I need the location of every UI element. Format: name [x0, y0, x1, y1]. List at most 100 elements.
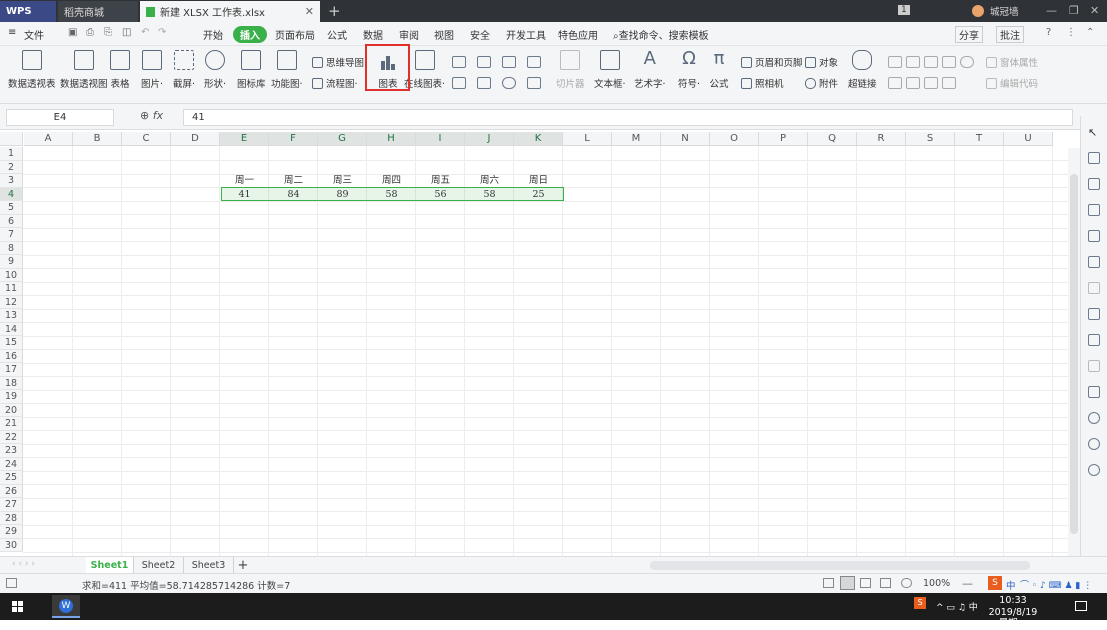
page-layout-icon[interactable] — [880, 578, 891, 588]
column-header[interactable]: K — [514, 132, 563, 146]
row-header[interactable]: 26 — [0, 484, 23, 498]
zoom-level[interactable]: 100% — [923, 578, 950, 589]
history-icon[interactable] — [1088, 438, 1100, 450]
icon-library-button[interactable]: 图标库 — [237, 50, 266, 90]
column-header[interactable]: R — [857, 132, 906, 146]
function-chart-button[interactable]: 功能图· — [271, 50, 303, 90]
menu-formulas[interactable]: 公式 — [327, 27, 347, 42]
column-header[interactable]: U — [1004, 132, 1053, 146]
column-header[interactable]: Q — [808, 132, 857, 146]
tray-sogou-icon[interactable]: S — [914, 597, 926, 609]
row-header[interactable]: 1 — [0, 147, 23, 161]
form-label-icon[interactable] — [888, 56, 902, 68]
ime-mode[interactable]: 中 — [1006, 578, 1016, 592]
sheet-tab-2[interactable]: Sheet2 — [134, 557, 184, 574]
hyperlink-button[interactable]: 超链接 — [848, 50, 877, 90]
row-header[interactable]: 22 — [0, 430, 23, 444]
cell-weekday[interactable]: 周二 — [269, 174, 318, 188]
column-header[interactable]: O — [710, 132, 759, 146]
ime-tools-icons[interactable]: ⌒ ◦ ♪ ⌨ ♟ ▮ ⋮ — [1020, 578, 1092, 591]
form-button-icon[interactable] — [924, 56, 938, 68]
header-footer-button[interactable]: 页眉和页脚 — [741, 55, 803, 69]
fullscreen-icon[interactable] — [823, 578, 834, 588]
row-header[interactable]: 2 — [0, 160, 23, 174]
cell-value[interactable]: 41 — [220, 188, 269, 202]
grid-apps-icon[interactable] — [1088, 230, 1100, 242]
comment-button[interactable]: 批注 — [996, 26, 1024, 43]
mind-map-button[interactable]: 思维导图· — [312, 55, 367, 69]
export-icon[interactable]: ⎙ — [86, 27, 94, 38]
vertical-scroll-thumb[interactable] — [1070, 174, 1078, 534]
row-header[interactable]: 11 — [0, 282, 23, 296]
column-chart-icon[interactable] — [452, 56, 466, 68]
menu-review[interactable]: 审阅 — [399, 27, 419, 42]
radar-chart-icon[interactable] — [527, 56, 541, 68]
menu-developer[interactable]: 开发工具 — [506, 27, 546, 42]
hamburger-icon[interactable]: ≡ — [8, 27, 16, 38]
row-header[interactable]: 13 — [0, 309, 23, 323]
cell-weekday[interactable]: 周一 — [220, 174, 269, 188]
cell-weekday[interactable]: 周日 — [514, 174, 563, 188]
symbol-button[interactable]: Ω 符号· — [678, 50, 700, 91]
screenshot-button[interactable]: 截屏· — [173, 50, 195, 90]
column-header[interactable]: I — [416, 132, 465, 146]
column-header[interactable]: M — [612, 132, 661, 146]
notification-icon[interactable] — [1075, 601, 1087, 611]
column-header[interactable]: E — [220, 132, 269, 146]
row-header[interactable]: 18 — [0, 376, 23, 390]
column-header[interactable]: C — [122, 132, 171, 146]
edit-code-button[interactable]: 编辑代码 — [986, 76, 1038, 90]
row-header[interactable]: 25 — [0, 471, 23, 485]
cell-weekday[interactable]: 周四 — [367, 174, 416, 188]
form-combobox-icon[interactable] — [906, 77, 920, 89]
taskbar-wps-app[interactable]: W — [52, 595, 80, 618]
table-button[interactable]: 表格 — [110, 50, 130, 90]
horizontal-scrollbar[interactable] — [650, 561, 1030, 570]
avatar[interactable] — [972, 5, 984, 17]
window-count-badge[interactable]: 1 — [898, 5, 910, 15]
camera-button[interactable]: 照相机 — [741, 76, 784, 90]
sheet-nav-arrows[interactable]: ‹ ‹ › › — [12, 559, 35, 569]
form-radio-icon[interactable] — [960, 56, 974, 68]
form-scrollbar-icon[interactable] — [942, 77, 956, 89]
row-header[interactable]: 9 — [0, 255, 23, 269]
object-button[interactable]: 对象 — [805, 55, 838, 69]
menu-view[interactable]: 视图 — [434, 27, 454, 42]
row-header[interactable]: 28 — [0, 511, 23, 525]
column-header[interactable]: L — [563, 132, 612, 146]
select-all-corner[interactable] — [0, 132, 23, 146]
row-header[interactable]: 10 — [0, 268, 23, 282]
column-header[interactable]: T — [955, 132, 1004, 146]
share-panel-icon[interactable] — [1088, 334, 1100, 346]
clock[interactable]: 10:33 2019/8/19 星期一 — [985, 595, 1041, 630]
fx-icon[interactable]: fx — [153, 109, 163, 122]
eye-protect-icon[interactable] — [901, 578, 912, 588]
form-checkbox-icon[interactable] — [942, 56, 956, 68]
row-header[interactable]: 12 — [0, 295, 23, 309]
sogou-ime-icon[interactable]: S — [988, 576, 1002, 590]
row-header[interactable]: 6 — [0, 214, 23, 228]
wordart-button[interactable]: A 艺术字· — [634, 50, 666, 91]
shape-icon[interactable] — [1088, 152, 1100, 164]
add-sheet-button[interactable]: + — [236, 557, 250, 574]
cell-value[interactable]: 58 — [465, 188, 514, 202]
menu-insert[interactable]: 插入 — [233, 26, 267, 43]
spreadsheet-grid[interactable]: ABCDEFGHIJKLMNOPQRSTU 1 2 3 4 5 6 7 8 9 10 11 12 13 1… — [0, 130, 1080, 556]
zoom-out-icon[interactable]: — — [962, 577, 973, 590]
row-header[interactable]: 21 — [0, 417, 23, 431]
cell-value[interactable]: 56 — [416, 188, 465, 202]
equation-button[interactable]: π 公式 — [709, 50, 729, 91]
slicer-button[interactable]: 切片器 — [556, 50, 585, 90]
redo-icon[interactable]: ↷ — [158, 27, 166, 38]
pivot-chart-button[interactable]: 数据透视图 — [60, 50, 108, 90]
cell-value[interactable]: 89 — [318, 188, 367, 202]
row-header[interactable]: 19 — [0, 390, 23, 404]
row-header[interactable]: 4 — [0, 187, 23, 201]
close-tab-icon[interactable]: ✕ — [305, 5, 314, 18]
properties-panel-icon[interactable] — [1088, 256, 1100, 268]
print-icon[interactable]: ⎘ — [104, 27, 112, 38]
row-header[interactable]: 3 — [0, 174, 23, 188]
row-header[interactable]: 23 — [0, 444, 23, 458]
menu-security[interactable]: 安全 — [470, 27, 490, 42]
column-header[interactable]: J — [465, 132, 514, 146]
